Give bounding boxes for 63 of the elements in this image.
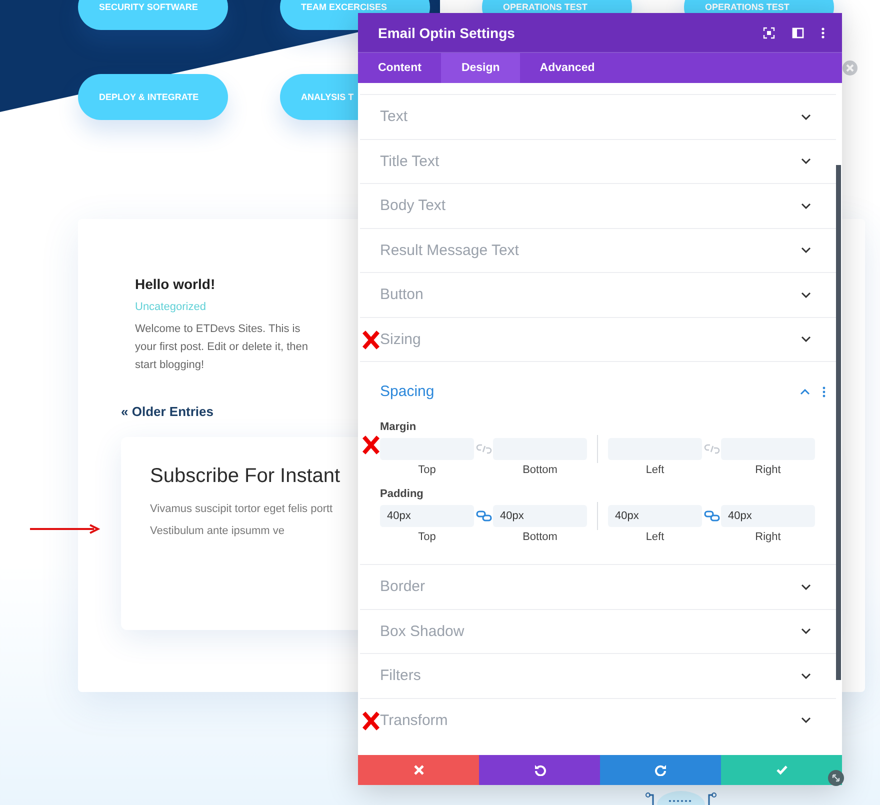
check-icon (776, 764, 788, 776)
section-header[interactable]: Sizing (360, 318, 836, 361)
chevron-down-icon[interactable] (801, 336, 811, 342)
circuit-drawing (645, 789, 717, 805)
more-options-icon[interactable] (821, 26, 825, 38)
field-label: Padding (380, 488, 424, 500)
section-header[interactable]: Border (360, 565, 836, 608)
input-field[interactable]: 40px (493, 505, 587, 527)
tab[interactable]: Design (441, 53, 520, 83)
section-header[interactable]: Button (360, 273, 836, 316)
field-label: Margin (380, 421, 418, 433)
section-header[interactable]: Transform (360, 698, 836, 742)
chevron-down-icon[interactable] (801, 247, 811, 254)
field-label: Right (755, 464, 781, 476)
redo-icon (654, 764, 666, 776)
save-button[interactable] (721, 755, 842, 785)
post-excerpt: Welcome to ETDevs Sites. This is your first post. Edit or delete it, then start blogging! (135, 322, 310, 373)
section-header[interactable]: Text (360, 95, 836, 138)
field-label: Left (646, 531, 664, 543)
category-button[interactable]: DEPLOY & INTEGRATE (78, 74, 228, 120)
chevron-up-icon[interactable] (800, 388, 810, 394)
field-label: Bottom (522, 531, 558, 543)
resize-handle-icon[interactable] (828, 770, 844, 786)
section-header[interactable]: Body Text (360, 184, 836, 228)
link-icon[interactable] (476, 510, 492, 522)
field-label: Top (418, 531, 436, 543)
fullscreen-icon[interactable] (763, 26, 775, 38)
chevron-down-icon[interactable] (801, 202, 811, 209)
undo-icon (534, 764, 546, 776)
input-field[interactable] (380, 438, 474, 460)
chevron-down-icon[interactable] (801, 292, 811, 298)
section-header[interactable]: Filters (360, 654, 836, 698)
chevron-down-icon[interactable] (801, 584, 811, 590)
input-field[interactable] (721, 438, 815, 460)
input-field[interactable]: 40px (608, 505, 702, 527)
field-label: Top (418, 464, 436, 476)
input-field[interactable] (493, 438, 587, 460)
field-label: Left (646, 464, 664, 476)
chevron-down-icon[interactable] (801, 717, 811, 724)
category-button[interactable]: SECURITY SOFTWARE (78, 0, 228, 30)
more-options-icon[interactable] (822, 386, 826, 398)
section-header[interactable]: Title Text (360, 140, 836, 183)
field-label: Bottom (522, 464, 558, 476)
optin-text: Vivamus suscipit tortor eget felis portt Vestibulum ante ipsumm ve (150, 502, 333, 539)
chevron-down-icon[interactable] (801, 158, 811, 164)
tab[interactable]: Advanced (520, 53, 615, 83)
chevron-down-icon[interactable] (801, 672, 811, 679)
field-label: Right (755, 531, 781, 543)
section-header[interactable]: Box Shadow (360, 610, 836, 653)
input-field[interactable]: 40px (380, 505, 474, 527)
split-view-icon[interactable] (792, 26, 804, 38)
chevron-down-icon[interactable] (801, 628, 811, 634)
post-title[interactable]: Hello world! (135, 276, 341, 292)
link-icon[interactable] (704, 510, 720, 522)
section-header[interactable]: Result Message Text (360, 228, 836, 272)
section-header[interactable]: Spacing (360, 362, 836, 421)
optin-title: Subscribe For Instant (150, 465, 340, 488)
chevron-down-icon[interactable] (801, 114, 811, 120)
scrollbar[interactable] (836, 165, 841, 680)
input-field[interactable]: 40px (721, 505, 815, 527)
close-icon (412, 764, 424, 776)
category-link[interactable]: Uncategorized (135, 301, 341, 313)
older-entries-link[interactable]: « Older Entries (121, 404, 214, 419)
